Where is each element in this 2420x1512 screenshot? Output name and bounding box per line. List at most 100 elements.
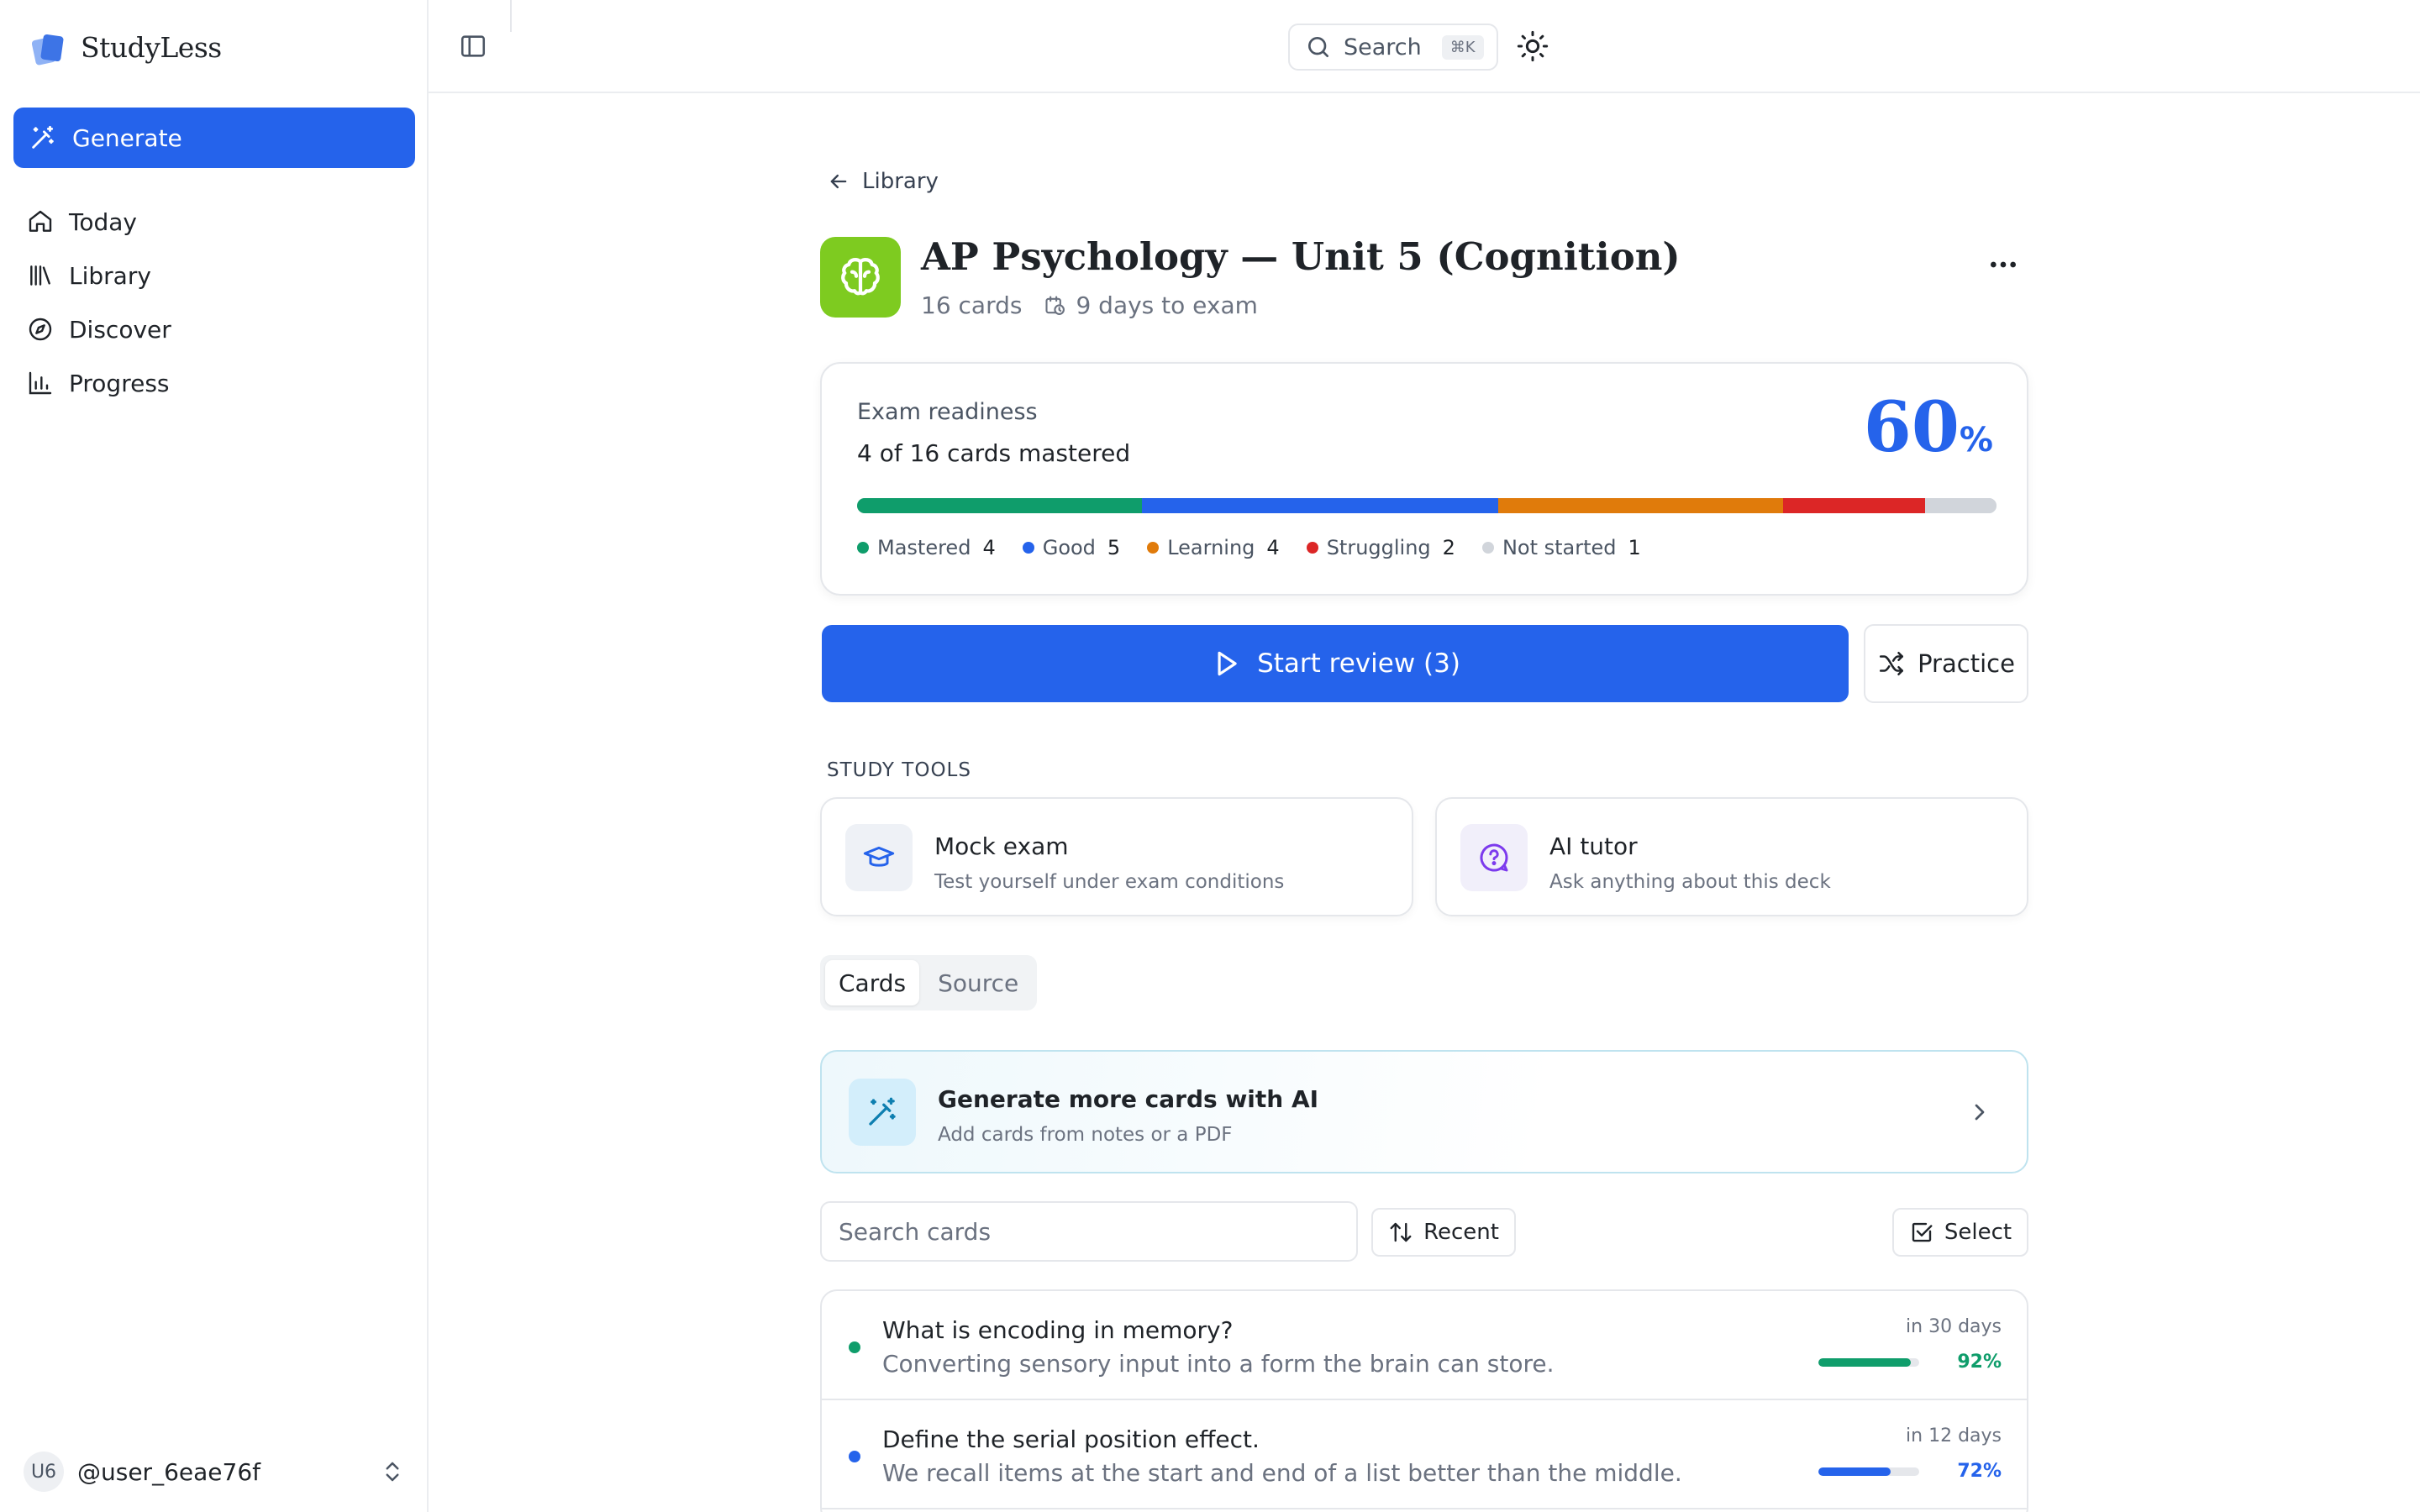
- legend-dot: [857, 542, 869, 554]
- card-answer: Converting sensory input into a form the…: [882, 1350, 1555, 1378]
- mock-exam-icon-wrap: [845, 824, 913, 891]
- exam-countdown: 9 days to exam: [1044, 291, 1258, 319]
- readiness-segment-mastered: [857, 498, 1142, 513]
- legend-count: 2: [1442, 536, 1455, 559]
- legend-count: 4: [982, 536, 996, 559]
- legend-item: Not started 1: [1481, 536, 1641, 559]
- divider: [510, 0, 512, 32]
- strength-bar-fill: [1818, 1358, 1912, 1367]
- ai-tutor-icon-wrap: [1460, 824, 1528, 891]
- card-row[interactable]: Define the serial position effect. We rec…: [822, 1400, 2027, 1509]
- deck-detail: Library AP Psychology — Unit 5 (Cognitio…: [820, 93, 2028, 1512]
- mock-exam-card[interactable]: Mock exam Test yourself under exam condi…: [820, 797, 1413, 916]
- select-button[interactable]: Select: [1892, 1208, 2028, 1257]
- card-question: What is encoding in memory?: [882, 1316, 1234, 1344]
- strength-bar-fill: [1818, 1467, 1891, 1476]
- sort-button[interactable]: Recent: [1371, 1208, 1516, 1257]
- legend-label: Struggling: [1326, 536, 1431, 559]
- sidebar-item-progress[interactable]: Progress: [13, 356, 415, 410]
- readiness-label: Exam readiness: [857, 399, 1038, 425]
- legend-dot: [1022, 542, 1034, 554]
- chevron-right-icon: [1975, 1104, 1985, 1121]
- readiness-summary: 4 of 16 cards mastered: [857, 439, 1131, 467]
- avatar: U6: [24, 1452, 64, 1492]
- sidebar-toggle-icon[interactable]: [459, 32, 487, 60]
- shuffle-icon: [1880, 651, 1904, 676]
- bar-chart-icon: [29, 371, 52, 395]
- search-cards-input[interactable]: [820, 1201, 1358, 1262]
- ai-banner-title: Generate more cards with AI: [938, 1085, 1319, 1113]
- legend-label: Good: [1042, 536, 1096, 559]
- mock-exam-description: Test yourself under exam conditions: [934, 871, 1285, 893]
- select-label: Select: [1944, 1220, 2012, 1245]
- generate-button[interactable]: Generate: [13, 108, 415, 168]
- sidebar-item-label: Progress: [69, 369, 170, 397]
- sun-icon[interactable]: [1516, 29, 1549, 63]
- sidebar-nav: Today Library Discover Progress: [13, 195, 415, 410]
- legend-item: Learning 4: [1147, 536, 1280, 559]
- topbar: Search ⌘K: [429, 0, 2420, 93]
- brand[interactable]: StudyLess: [30, 25, 222, 69]
- legend-count: 1: [1628, 536, 1641, 559]
- logo-icon: [30, 30, 64, 66]
- card-question: Define the serial position effect.: [882, 1425, 1260, 1453]
- search-label: Search: [1344, 34, 1422, 60]
- sidebar-item-today[interactable]: Today: [13, 195, 415, 249]
- user-menu[interactable]: U6 @user_6eae76f: [24, 1450, 405, 1494]
- more-options-icon[interactable]: [1986, 248, 2020, 281]
- search-shortcut: ⌘K: [1441, 34, 1484, 60]
- readiness-percent-value: 60: [1863, 387, 1960, 468]
- readiness-segment-struggling: [1782, 498, 1926, 513]
- sidebar-item-library[interactable]: Library: [13, 249, 415, 302]
- username: @user_6eae76f: [77, 1457, 260, 1486]
- legend-dot: [1147, 542, 1160, 554]
- card-row[interactable]: What is encoding in memory? Converting se…: [822, 1291, 2027, 1400]
- tab-cards[interactable]: Cards: [825, 960, 920, 1005]
- ai-tutor-description: Ask anything about this deck: [1549, 871, 1831, 893]
- legend-item: Struggling 2: [1306, 536, 1455, 559]
- back-to-library-link[interactable]: Library: [827, 169, 939, 194]
- start-review-label: Start review (3): [1257, 648, 1460, 679]
- search-icon: [1308, 37, 1328, 57]
- home-icon: [29, 210, 52, 232]
- practice-button[interactable]: Practice: [1864, 624, 2028, 703]
- checkbox-icon: [1912, 1222, 1933, 1242]
- card-due: in 30 days: [1906, 1316, 2002, 1337]
- study-tools-heading: STUDY TOOLS: [827, 759, 971, 781]
- brain-icon: [841, 258, 880, 296]
- library-icon: [30, 265, 50, 286]
- sidebar-item-discover[interactable]: Discover: [13, 302, 415, 356]
- deck-tabs: Cards Source: [820, 955, 1038, 1011]
- back-label: Library: [862, 169, 939, 194]
- legend-count: 4: [1266, 536, 1280, 559]
- sidebar-item-label: Today: [69, 207, 137, 236]
- strength-bar: [1818, 1467, 1919, 1476]
- generate-label: Generate: [72, 123, 182, 152]
- start-review-button[interactable]: Start review (3): [822, 625, 1849, 702]
- magic-wand-icon: [869, 1097, 896, 1126]
- legend-item: Good 5: [1022, 536, 1120, 559]
- strength-bar: [1818, 1358, 1919, 1367]
- card-list: What is encoding in memory? Converting se…: [820, 1289, 2028, 1512]
- card-due: in 12 days: [1906, 1425, 2002, 1446]
- strength-percent: 92%: [1957, 1352, 2002, 1373]
- ai-tutor-title: AI tutor: [1549, 832, 1638, 860]
- compass-icon: [29, 318, 52, 341]
- practice-label: Practice: [1918, 649, 2015, 678]
- app-name: StudyLess: [81, 30, 222, 64]
- mock-exam-title: Mock exam: [934, 832, 1069, 860]
- card-count: 16 cards: [921, 291, 1023, 319]
- arrow-left-icon: [830, 174, 847, 189]
- legend-label: Not started: [1502, 536, 1617, 559]
- ai-tutor-card[interactable]: AI tutor Ask anything about this deck: [1435, 797, 2028, 916]
- readiness-segment-learning: [1497, 498, 1783, 513]
- readiness-legend: Mastered 4 Good 5 Learning 4 Struggling 2 Not st…: [857, 536, 1641, 559]
- tab-source[interactable]: Source: [924, 960, 1032, 1005]
- play-icon: [1218, 651, 1237, 676]
- readiness-progress-bar: [857, 498, 1996, 513]
- status-dot: [849, 1451, 860, 1462]
- readiness-percent: 60%: [1864, 387, 1993, 468]
- global-search-button[interactable]: Search ⌘K: [1288, 24, 1498, 71]
- chat-question-icon: [1480, 843, 1508, 872]
- generate-more-cards-banner[interactable]: Generate more cards with AI Add cards fr…: [820, 1050, 2028, 1173]
